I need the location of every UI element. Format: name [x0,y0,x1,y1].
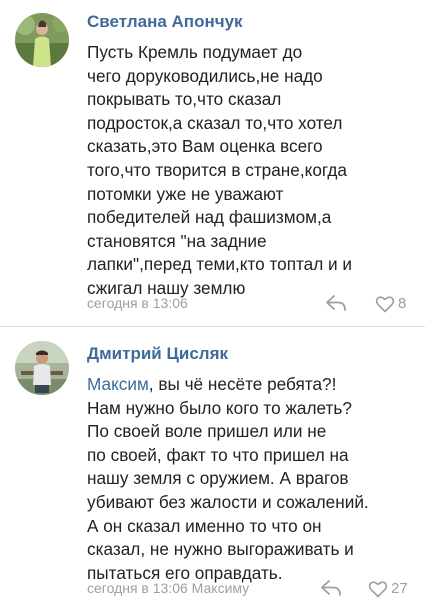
comment-timestamp: сегодня в 13:06 [87,295,188,311]
comment-text-line: По своей воле пришел или не [87,421,327,442]
comment-text-line: сказал, не нужно выгораживать и [87,539,354,560]
comment-text-line: лапки",перед теми,кто топтал и и [87,254,353,275]
comment-text-line: покрывать то,что сказал [87,89,282,110]
reply-icon[interactable] [320,579,342,597]
mention-link[interactable]: Максим [87,374,149,394]
heart-icon[interactable] [375,295,395,313]
comment-text-fragment: , вы чё несёте ребята?! [148,374,337,394]
like-count: 8 [398,295,407,312]
comment-text: Пусть Кремль подумает до чего доруководи… [87,41,417,301]
like-count: 27 [391,580,408,597]
comment-text-line: Максим, вы чё несёте ребята?! [87,373,417,397]
comment-timestamp: сегодня в 13:06 Максиму [87,580,250,596]
comment-text-line: нашу земля с оружием. А врагов [87,468,349,489]
avatar[interactable] [15,13,69,67]
comment-text-line: чего доруководились,не надо [87,65,323,86]
comment-text-line: становятся "на задние [87,230,267,251]
reply-icon[interactable] [325,294,347,312]
comment-author[interactable]: Дмитрий Цисляк [87,344,228,364]
comment-text-line: сказать,это Вам оценка всего [87,136,323,157]
comment-text-line: Пусть Кремль подумает до [87,42,303,62]
comment-author[interactable]: Светлана Апончук [87,12,243,32]
comment-text-line: того,что творится в стране,когда [87,159,347,180]
comment-text-line: убивают без жалости и сожалений. [87,491,369,512]
user-photo-avatar-icon [15,13,69,67]
comment-text-line: А он сказал именно то что он [87,515,322,536]
heart-icon[interactable] [368,580,388,598]
comment-text-line: потомки уже не уважают [87,183,284,204]
comment-text-line: победителей над фашизмом,а [87,207,332,228]
comment-text-line: Нам нужно было кого то жалеть? [87,397,352,418]
avatar[interactable] [15,341,69,395]
comment-text: Максим, вы чё несёте ребята?! Нам нужно … [87,373,417,585]
comment-text-line: по своей, факт то что пришел на [87,444,349,465]
comment-item: Дмитрий Цисляк Максим, вы чё несёте ребя… [0,327,425,600]
comment-item: Светлана Апончук Пусть Кремль подумает д… [0,0,425,326]
comment-text-line: подросток,а сказал то,что хотел [87,112,343,133]
user-photo-avatar-icon [15,341,69,395]
